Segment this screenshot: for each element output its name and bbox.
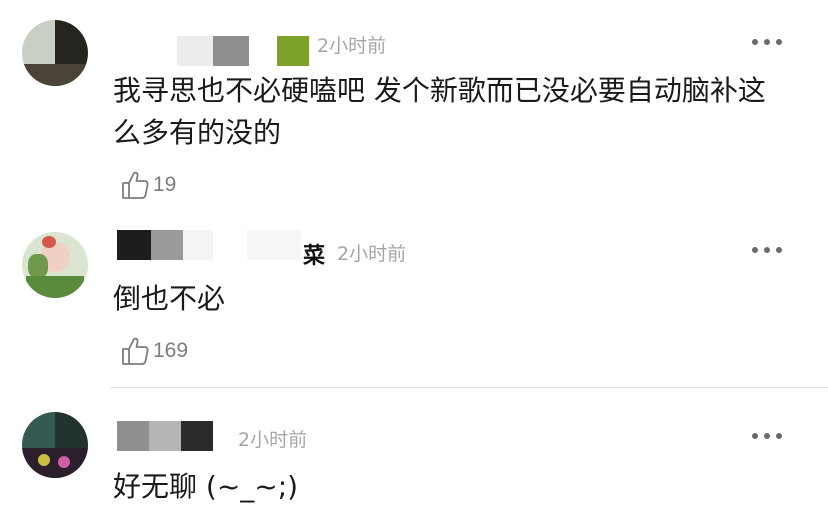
comment-text: 好无聊 (~_~;) [113, 470, 299, 503]
comment-text: 我寻思也不必硬嗑吧 发个新歌而已没必要自动脑补这么多有的没的 [113, 74, 766, 149]
username-pixelated[interactable] [117, 36, 317, 66]
comment-list: 2小时前 我寻思也不必硬嗑吧 发个新歌而已没必要自动脑补这么多有的没的 19 菜… [0, 0, 828, 513]
more-dots-icon[interactable] [750, 37, 784, 47]
comment-time: 2小时前 [317, 35, 387, 57]
like-count: 19 [153, 173, 177, 196]
like-button[interactable]: 169 [120, 334, 188, 368]
comment-text: 倒也不必 [113, 282, 226, 315]
comment-item: 2小时前 我寻思也不必硬嗑吧 发个新歌而已没必要自动脑补这么多有的没的 19 [0, 0, 828, 210]
comment-time: 2小时前 [337, 243, 407, 265]
like-count: 169 [153, 339, 189, 362]
avatar[interactable] [22, 412, 88, 478]
more-dots-icon[interactable] [750, 245, 784, 255]
username-pixelated[interactable] [117, 230, 317, 260]
comment-item: 菜 2小时前 倒也不必 169 [0, 210, 828, 390]
comment-item: 2小时前 好无聊 (~_~;) [0, 390, 828, 513]
avatar[interactable] [22, 232, 88, 298]
like-button[interactable]: 19 [120, 168, 176, 202]
divider [110, 387, 828, 388]
thumbs-up-icon [122, 337, 149, 365]
avatar[interactable] [22, 20, 88, 86]
username-pixelated[interactable] [117, 421, 237, 451]
thumbs-up-icon [122, 171, 149, 199]
comment-time: 2小时前 [238, 429, 308, 451]
username-suffix: 菜 [303, 244, 326, 269]
more-dots-icon[interactable] [750, 431, 784, 441]
